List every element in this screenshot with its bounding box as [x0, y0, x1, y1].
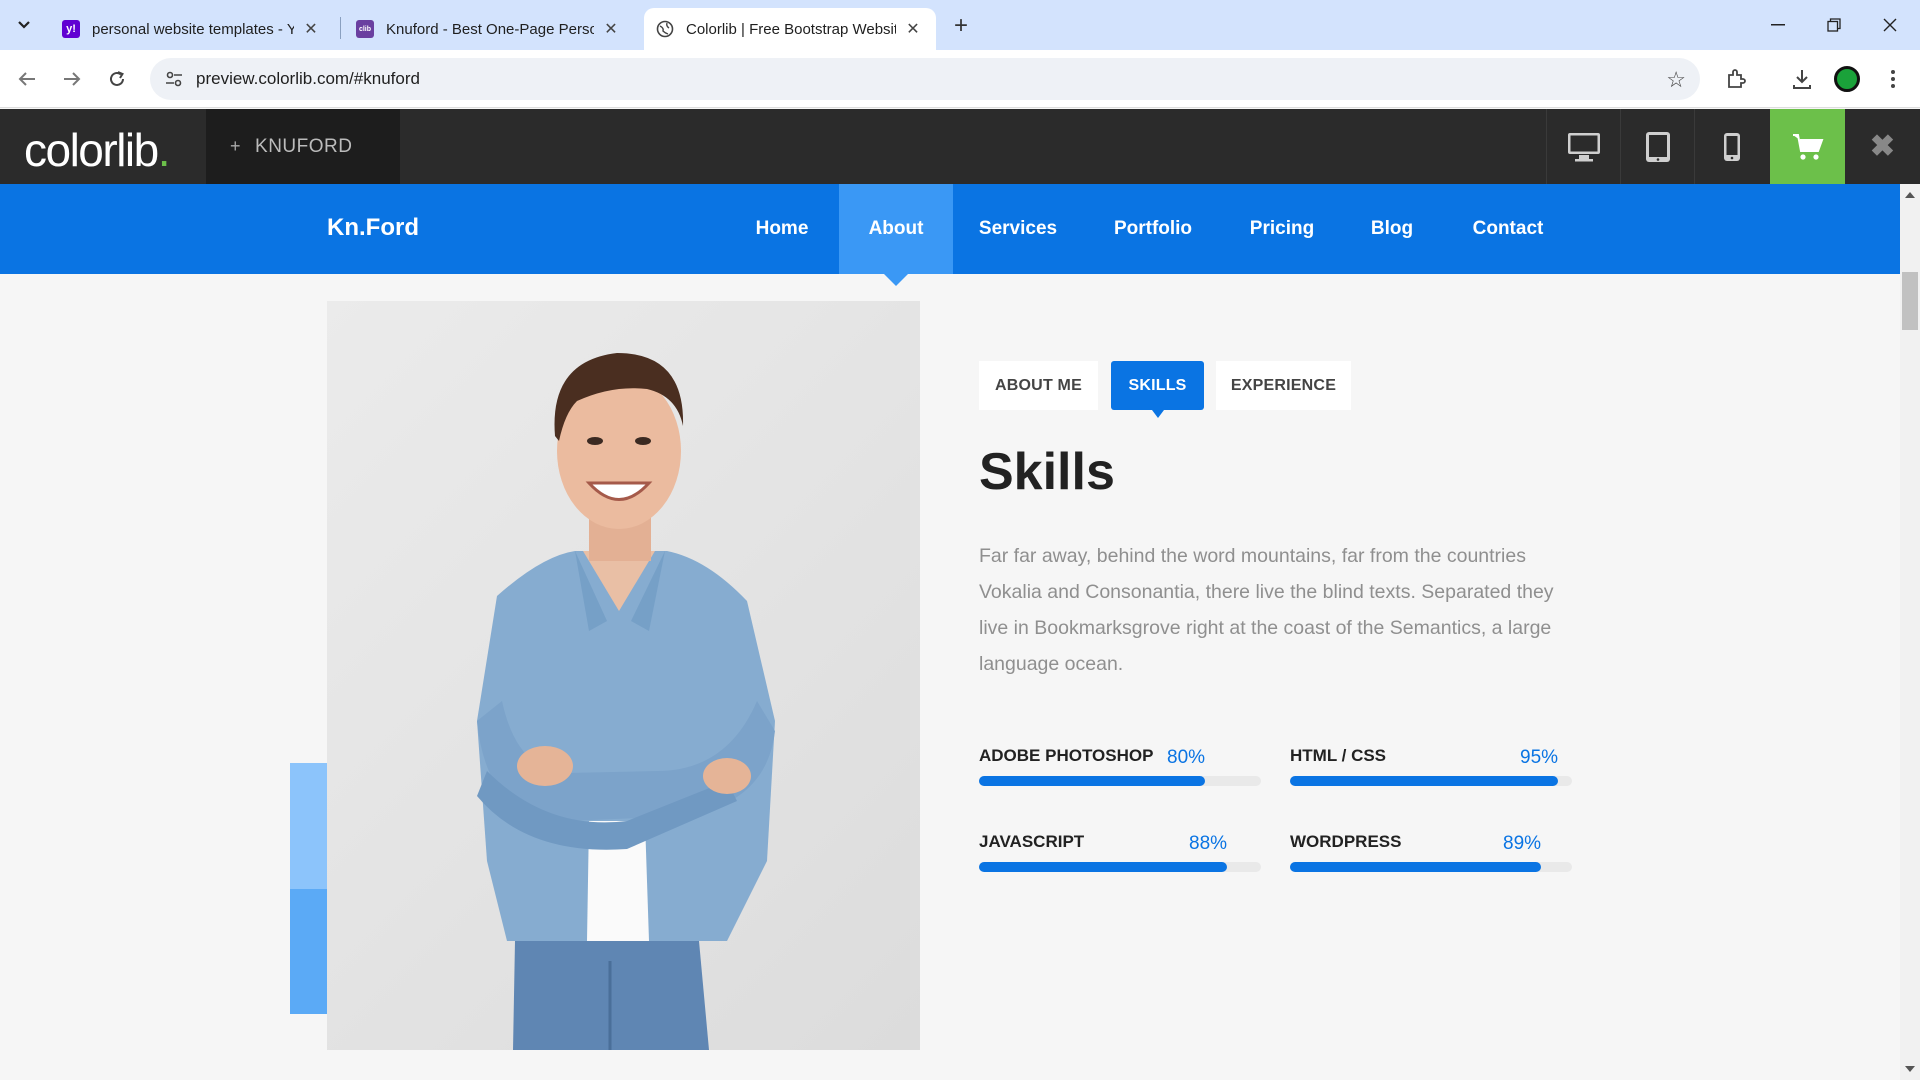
- minimize-icon[interactable]: [1750, 0, 1806, 50]
- close-tab-icon[interactable]: ✕: [904, 19, 922, 39]
- profile-avatar[interactable]: [1834, 66, 1860, 92]
- close-window-icon[interactable]: [1862, 0, 1918, 50]
- mobile-view-icon[interactable]: [1694, 109, 1768, 184]
- scroll-down-icon[interactable]: [1905, 1066, 1915, 1072]
- yahoo-icon: y!: [62, 20, 80, 38]
- reload-icon[interactable]: [100, 62, 134, 96]
- close-tab-icon[interactable]: ✕: [302, 19, 320, 39]
- colorlib-preview-bar: colorlib. + KNUFORD ✖: [0, 109, 1920, 184]
- new-tab-icon[interactable]: +: [946, 11, 976, 41]
- profile-photo: [327, 301, 920, 1050]
- skill-progress-track: [979, 862, 1261, 872]
- tab-title: personal website templates - Ya: [92, 20, 294, 38]
- skill-item: WORDPRESS 89%: [1290, 832, 1572, 882]
- tab-title: Knuford - Best One-Page Perso: [386, 20, 594, 38]
- tab-search-chevron-icon[interactable]: [8, 9, 40, 41]
- skill-progress-fill: [979, 776, 1205, 786]
- tab-about-me[interactable]: ABOUT ME: [979, 361, 1098, 410]
- skill-item: ADOBE PHOTOSHOP 80%: [979, 746, 1261, 796]
- extensions-icon[interactable]: [1720, 63, 1752, 95]
- menu-dots-icon[interactable]: [1877, 63, 1909, 95]
- site-brand[interactable]: Kn.Ford: [327, 214, 419, 242]
- desktop-view-icon[interactable]: [1546, 109, 1620, 184]
- decorative-accent-block: [290, 763, 328, 889]
- theme-selector[interactable]: + KNUFORD: [206, 109, 400, 184]
- decorative-accent-block: [290, 889, 328, 1014]
- site-info-icon[interactable]: [164, 69, 184, 89]
- tab-separator: [340, 17, 341, 39]
- globe-icon: [656, 20, 674, 38]
- skill-progress-track: [1290, 776, 1572, 786]
- forward-icon[interactable]: [55, 62, 89, 96]
- colorlib-icon: clib: [356, 20, 374, 38]
- tablet-view-icon[interactable]: [1620, 109, 1694, 184]
- browser-tab-yahoo[interactable]: y! personal website templates - Ya ✕: [50, 8, 334, 50]
- tab-experience[interactable]: EXPERIENCE: [1216, 361, 1351, 410]
- skill-name: JAVASCRIPT: [979, 832, 1085, 851]
- skill-progress-track: [979, 776, 1261, 786]
- cart-icon[interactable]: [1770, 109, 1845, 184]
- section-heading: Skills: [979, 443, 1115, 501]
- nav-blog[interactable]: Blog: [1362, 184, 1422, 274]
- scroll-thumb[interactable]: [1902, 272, 1918, 330]
- nav-services[interactable]: Services: [968, 184, 1068, 274]
- colorlib-logo[interactable]: colorlib.: [24, 123, 171, 177]
- skill-name: ADOBE PHOTOSHOP: [979, 746, 1154, 765]
- nav-pricing[interactable]: Pricing: [1240, 184, 1324, 274]
- section-paragraph: Far far away, behind the word mountains,…: [979, 545, 1554, 675]
- skill-progress-fill: [979, 862, 1228, 872]
- skill-percent: 80%: [1167, 747, 1206, 768]
- tab-title: Colorlib | Free Bootstrap Websit: [686, 20, 896, 38]
- bookmark-star-icon[interactable]: ☆: [1666, 67, 1686, 93]
- browser-tab-strip: y! personal website templates - Ya ✕ cli…: [0, 0, 1920, 50]
- skill-progress-fill: [1290, 862, 1541, 872]
- download-icon[interactable]: [1786, 63, 1818, 95]
- skill-name: HTML / CSS: [1290, 746, 1387, 765]
- nav-home[interactable]: Home: [742, 184, 822, 274]
- close-tab-icon[interactable]: ✕: [602, 19, 620, 39]
- browser-toolbar: preview.colorlib.com/#knuford ☆: [0, 50, 1920, 108]
- skill-progress-track: [1290, 862, 1572, 872]
- skill-percent: 88%: [1189, 833, 1228, 854]
- tab-skills[interactable]: SKILLS: [1111, 361, 1204, 418]
- restore-icon[interactable]: [1806, 0, 1862, 50]
- skill-percent: 95%: [1520, 747, 1559, 768]
- browser-tab-colorlib[interactable]: Colorlib | Free Bootstrap Websit ✕: [644, 8, 936, 50]
- site-navbar: Kn.Ford Home About Services Portfolio Pr…: [0, 184, 1900, 286]
- plus-icon: +: [230, 136, 242, 156]
- address-bar[interactable]: preview.colorlib.com/#knuford ☆: [150, 58, 1700, 100]
- nav-contact[interactable]: Contact: [1466, 184, 1550, 274]
- page-scrollbar[interactable]: [1900, 184, 1920, 1080]
- nav-portfolio[interactable]: Portfolio: [1101, 184, 1205, 274]
- skill-item: JAVASCRIPT 88%: [979, 832, 1261, 882]
- skill-name: WORDPRESS: [1290, 832, 1402, 851]
- close-preview-icon[interactable]: ✖: [1845, 109, 1920, 184]
- back-icon[interactable]: [10, 62, 44, 96]
- theme-name: KNUFORD: [255, 135, 353, 157]
- nav-about[interactable]: About: [839, 184, 953, 286]
- skill-progress-fill: [1290, 776, 1558, 786]
- scroll-up-icon[interactable]: [1905, 192, 1915, 198]
- skill-item: HTML / CSS 95%: [1290, 746, 1572, 796]
- skill-percent: 89%: [1503, 833, 1542, 854]
- browser-tab-knuford[interactable]: clib Knuford - Best One-Page Perso ✕: [344, 8, 634, 50]
- url-text: preview.colorlib.com/#knuford: [196, 69, 420, 88]
